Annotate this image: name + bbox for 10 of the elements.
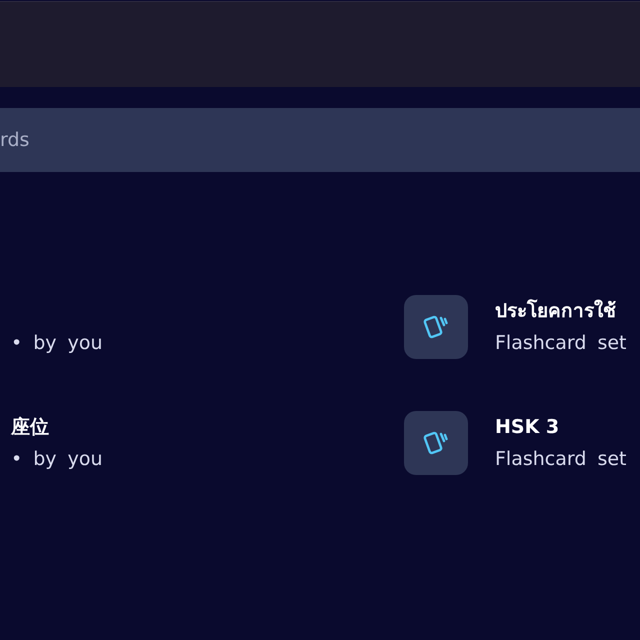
cards-icon bbox=[404, 411, 468, 475]
cards-icon bbox=[404, 295, 468, 359]
set-title[interactable]: ประโยคการใช้ bbox=[495, 295, 616, 327]
set-subtitle: Flashcard set bbox=[495, 447, 626, 472]
set-subtitle: • by you bbox=[11, 331, 103, 356]
set-subtitle: Flashcard set bbox=[495, 331, 626, 356]
search-field[interactable]: rds bbox=[0, 108, 640, 172]
set-title[interactable]: HSK 3 bbox=[495, 411, 560, 443]
set-subtitle: • by you bbox=[11, 447, 103, 472]
set-title[interactable]: 座位 bbox=[11, 411, 49, 443]
